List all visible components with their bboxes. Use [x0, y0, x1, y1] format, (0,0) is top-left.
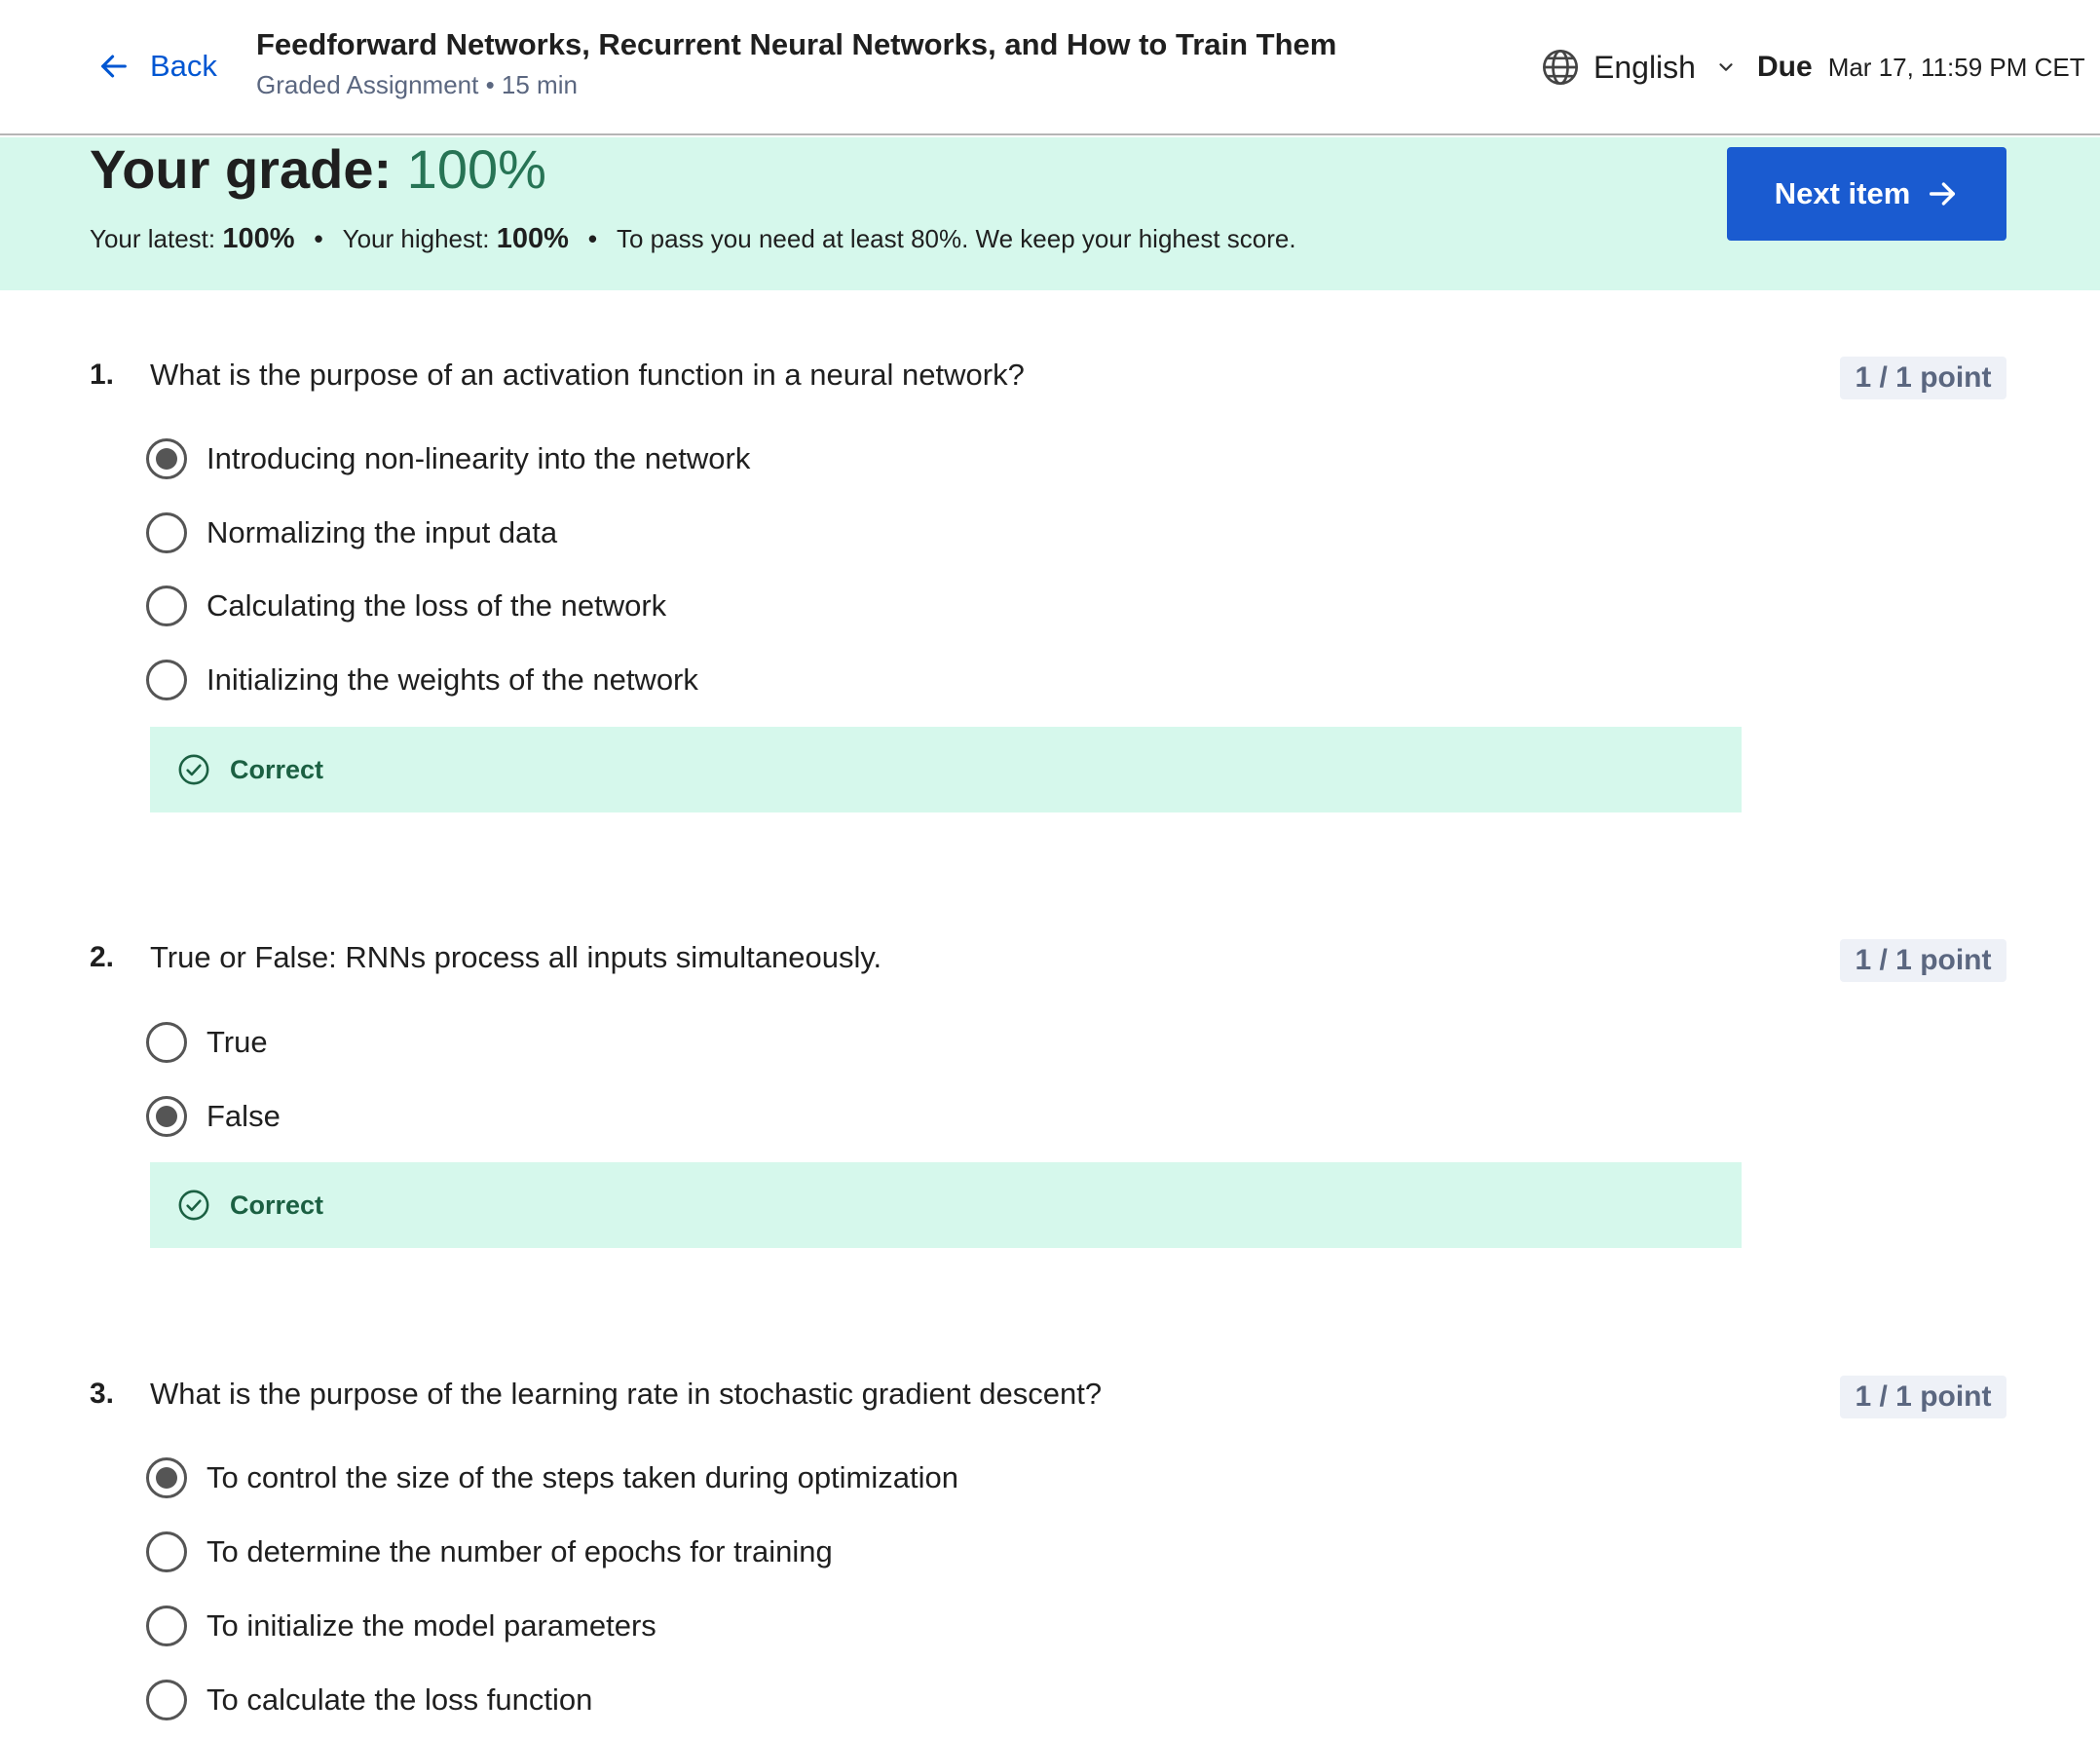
- feedback-text: Correct: [230, 754, 324, 784]
- check-circle-icon: [178, 1190, 209, 1221]
- grade-summary: Your latest: 100% • Your highest: 100% •…: [90, 223, 1296, 255]
- chevron-down-icon: [1719, 63, 1733, 71]
- separator-dot: •: [314, 224, 323, 253]
- option-label: Initializing the weights of the network: [206, 662, 698, 697]
- next-item-button[interactable]: Next item: [1727, 147, 2006, 241]
- answer-option[interactable]: To determine the number of epochs for tr…: [146, 1528, 833, 1576]
- question-number: 3.: [90, 1378, 115, 1410]
- radio-button[interactable]: [146, 512, 187, 553]
- answer-option[interactable]: Initializing the weights of the network: [146, 656, 698, 704]
- question-text: What is the purpose of an activation fun…: [150, 358, 1025, 392]
- option-label: Normalizing the input data: [206, 515, 558, 549]
- radio-button[interactable]: [146, 1606, 187, 1646]
- pass-note: To pass you need at least 80%. We keep y…: [616, 224, 1296, 253]
- option-label: Introducing non-linearity into the netwo…: [206, 441, 751, 475]
- option-label: To determine the number of epochs for tr…: [206, 1534, 833, 1568]
- radio-button[interactable]: [146, 1096, 187, 1137]
- answer-option[interactable]: Normalizing the input data: [146, 509, 557, 557]
- language-selector[interactable]: English: [1541, 45, 1737, 90]
- top-header: Back Feedforward Networks, Recurrent Neu…: [0, 0, 2100, 135]
- separator-dot: •: [587, 224, 597, 253]
- feedback-correct: Correct: [150, 1162, 1742, 1248]
- globe-icon: [1543, 50, 1578, 85]
- assignment-subtitle: Graded Assignment • 15 min: [256, 70, 578, 99]
- radio-button[interactable]: [146, 660, 187, 700]
- radio-selected-dot: [156, 1467, 177, 1489]
- radio-button[interactable]: [146, 1531, 187, 1572]
- answer-option[interactable]: To initialize the model parameters: [146, 1602, 656, 1650]
- answer-option[interactable]: To calculate the loss function: [146, 1676, 592, 1724]
- grade-title: Your grade: 100%: [90, 137, 546, 201]
- points-badge: 1 / 1 point: [1840, 357, 2006, 399]
- option-label: To initialize the model parameters: [206, 1608, 656, 1643]
- due-date: Due Mar 17, 11:59 PM CET: [1757, 51, 2085, 84]
- due-date-value: Mar 17, 11:59 PM CET: [1827, 53, 2085, 82]
- question-text: True or False: RNNs process all inputs s…: [150, 940, 882, 974]
- arrow-left-icon: [101, 55, 127, 78]
- next-item-label: Next item: [1774, 176, 1911, 210]
- radio-button[interactable]: [146, 1022, 187, 1063]
- back-label: Back: [150, 49, 217, 83]
- highest-label: Your highest:: [342, 224, 490, 253]
- answer-option[interactable]: Introducing non-linearity into the netwo…: [146, 434, 750, 483]
- question-text: What is the purpose of the learning rate…: [150, 1377, 1103, 1411]
- radio-button[interactable]: [146, 438, 187, 479]
- highest-value: 100%: [496, 223, 569, 254]
- radio-selected-dot: [156, 1106, 177, 1127]
- option-label: True: [206, 1025, 268, 1059]
- points-badge: 1 / 1 point: [1840, 939, 2006, 982]
- back-button[interactable]: Back: [97, 43, 217, 90]
- radio-button[interactable]: [146, 586, 187, 626]
- answer-option[interactable]: True: [146, 1018, 268, 1067]
- check-circle-icon: [178, 754, 209, 785]
- points-badge: 1 / 1 point: [1840, 1376, 2006, 1418]
- feedback-text: Correct: [230, 1190, 324, 1220]
- option-label: Calculating the loss of the network: [206, 588, 667, 623]
- assignment-title: Feedforward Networks, Recurrent Neural N…: [256, 27, 1337, 61]
- option-label: To calculate the loss function: [206, 1682, 593, 1717]
- language-label: English: [1594, 49, 1696, 85]
- radio-selected-dot: [156, 448, 177, 470]
- question-number: 2.: [90, 941, 115, 973]
- grade-title-prefix: Your grade:: [90, 138, 407, 200]
- radio-button[interactable]: [146, 1457, 187, 1498]
- latest-value: 100%: [222, 223, 295, 254]
- feedback-correct: Correct: [150, 727, 1742, 812]
- question-number: 1.: [90, 359, 115, 391]
- grade-percent: 100%: [406, 138, 546, 200]
- radio-button[interactable]: [146, 1680, 187, 1720]
- arrow-right-icon: [1930, 182, 1956, 206]
- answer-option[interactable]: To control the size of the steps taken d…: [146, 1454, 958, 1502]
- answer-option[interactable]: False: [146, 1092, 281, 1141]
- option-label: To control the size of the steps taken d…: [206, 1460, 958, 1494]
- option-label: False: [206, 1099, 281, 1133]
- latest-label: Your latest:: [90, 224, 216, 253]
- due-label: Due: [1757, 51, 1813, 83]
- answer-option[interactable]: Calculating the loss of the network: [146, 582, 666, 630]
